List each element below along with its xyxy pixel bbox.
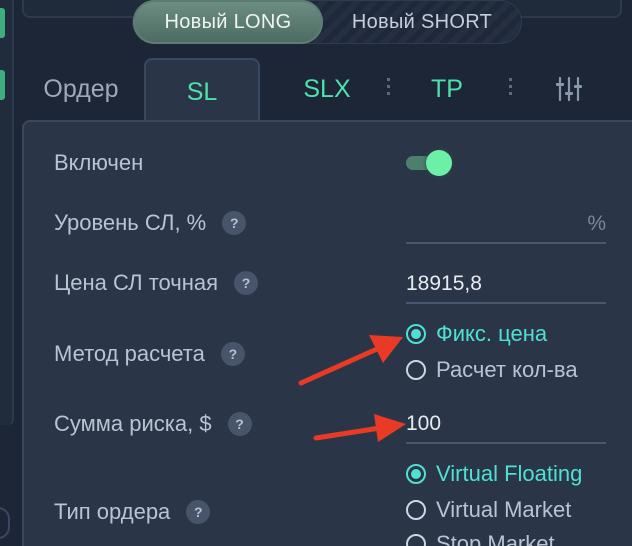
sl-level-input[interactable]: % — [406, 206, 606, 244]
enabled-toggle[interactable] — [406, 150, 454, 176]
help-icon[interactable]: ? — [227, 412, 252, 436]
order-type-label: Тип ордера? — [54, 499, 211, 525]
radio-virtual-floating[interactable]: Virtual Floating — [406, 461, 582, 487]
percent-unit: % — [587, 212, 606, 235]
new-short-button[interactable]: Новый SHORT — [323, 0, 521, 44]
risk-sum-input[interactable]: 100 — [406, 406, 606, 444]
left-tab-indicator[interactable] — [0, 8, 5, 38]
sl-price-label: Цена СЛ точная? — [54, 270, 259, 296]
help-icon[interactable]: ? — [220, 342, 245, 366]
radio-selected-icon — [406, 324, 426, 344]
sliders-icon — [556, 76, 582, 102]
risk-sum-label: Сумма риска, $? — [54, 411, 252, 437]
radio-virtual-market[interactable]: Virtual Market — [406, 497, 571, 523]
help-icon[interactable]: ? — [234, 271, 259, 295]
radio-fixed-price[interactable]: Фикс. цена — [406, 321, 547, 347]
tab-slx[interactable]: SLX — [272, 58, 382, 120]
tab-order[interactable]: Ордер — [22, 58, 140, 120]
new-long-button[interactable]: Новый LONG — [133, 0, 323, 44]
tab-settings[interactable] — [542, 58, 596, 120]
left-tab-indicator[interactable] — [0, 70, 5, 100]
scroll-handle-icon[interactable] — [0, 507, 10, 539]
help-icon[interactable]: ? — [222, 211, 247, 235]
radio-empty-icon — [406, 360, 426, 380]
sl-level-label: Уровень СЛ, %? — [54, 210, 247, 236]
direction-switch: Новый LONG Новый SHORT — [132, 0, 522, 44]
tab-sl[interactable]: SL — [144, 58, 260, 124]
radio-selected-icon — [406, 464, 426, 484]
radio-stop-market[interactable]: Stop Market — [406, 531, 555, 546]
tab-bar: Ордер SL SLX TP — [22, 58, 632, 124]
radio-empty-icon — [406, 534, 426, 546]
calc-method-label: Метод расчета? — [54, 341, 245, 367]
radio-calc-qty[interactable]: Расчет кол-ва — [406, 357, 578, 383]
enabled-label: Включен — [54, 150, 144, 175]
tab-tp[interactable]: TP — [392, 58, 502, 120]
left-side-panel — [0, 0, 14, 425]
tab-separator — [509, 78, 512, 98]
sl-price-input[interactable]: 18915,8 — [406, 266, 606, 304]
tab-separator — [387, 78, 390, 98]
help-icon[interactable]: ? — [186, 500, 211, 524]
radio-empty-icon — [406, 500, 426, 520]
